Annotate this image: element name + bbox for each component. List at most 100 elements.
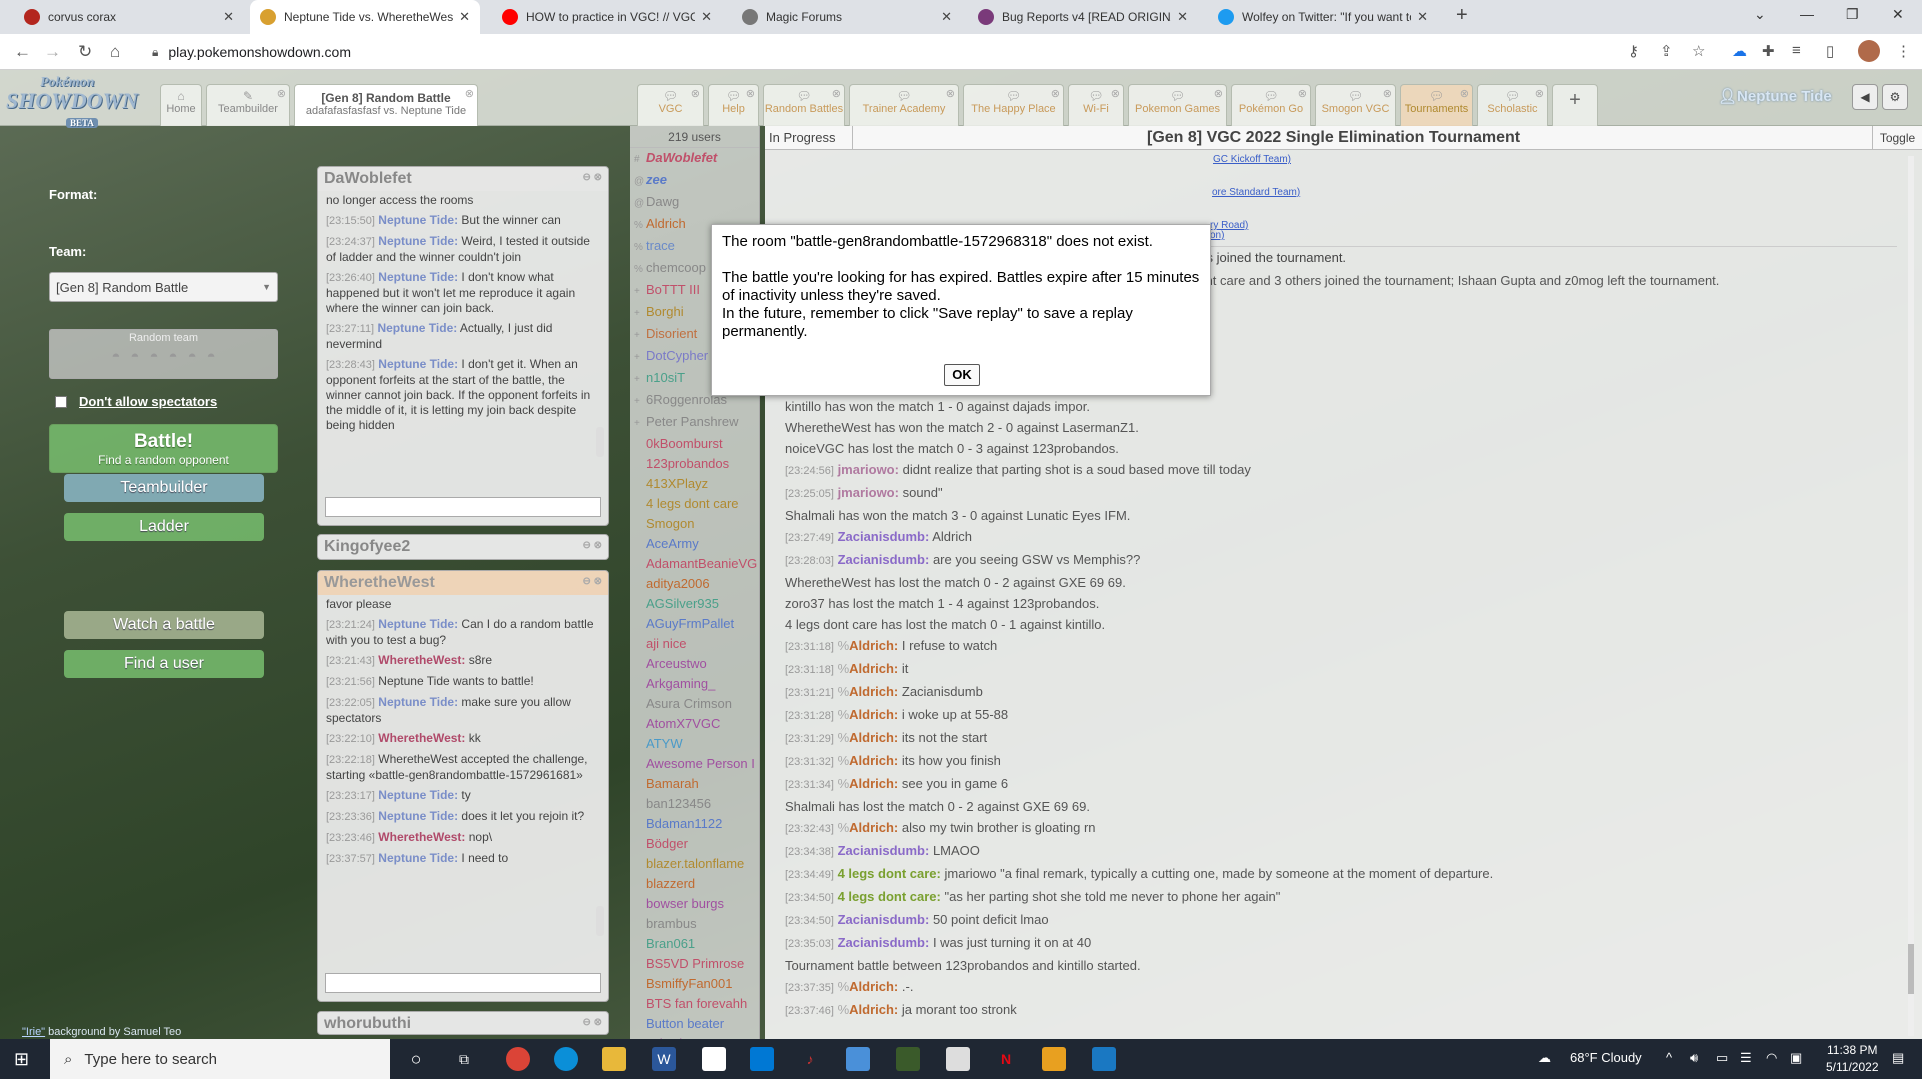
- pm-username[interactable]: Neptune Tide:: [378, 213, 458, 227]
- chat-username[interactable]: Zacianisdumb:: [838, 529, 930, 544]
- app-icon[interactable]: ♪: [798, 1047, 822, 1071]
- user-list-item[interactable]: BsmiffyFan001: [634, 974, 759, 994]
- user-list-item[interactable]: Arceustwo: [634, 654, 759, 674]
- room-tab[interactable]: 💬︎ Random Battles ⊗: [763, 84, 845, 126]
- ladder-button[interactable]: Ladder: [64, 513, 264, 541]
- chat-username[interactable]: Aldrich:: [849, 979, 898, 994]
- pm-title[interactable]: whorubuthi ⊖ ⊗: [318, 1012, 608, 1034]
- pm-username[interactable]: Neptune Tide:: [378, 695, 458, 709]
- teambuilder-button[interactable]: Teambuilder: [64, 474, 264, 502]
- chat-username[interactable]: Aldrich:: [849, 820, 898, 835]
- forward-arrow-icon[interactable]: →: [44, 42, 61, 62]
- volume-icon[interactable]: 🔊︎: [1690, 1050, 1698, 1066]
- browser-tab[interactable]: Neptune Tide vs. WheretheWest ✕: [250, 0, 480, 34]
- browser-tab[interactable]: corvus corax ✕: [14, 0, 244, 34]
- close-icon[interactable]: ⊗: [1051, 87, 1060, 100]
- wifi-icon[interactable]: ◠: [1766, 1050, 1777, 1066]
- user-list-item[interactable]: 123probandos: [634, 454, 759, 474]
- share-icon[interactable]: ⇪: [1660, 42, 1673, 60]
- user-list-item[interactable]: @ Dawg: [634, 192, 759, 214]
- browser-tab[interactable]: Wolfey on Twitter: "If you want to ✕: [1208, 0, 1438, 34]
- user-list-item[interactable]: 4 legs dont care: [634, 494, 759, 514]
- new-tab-button[interactable]: +: [1456, 4, 1468, 27]
- chat-username[interactable]: Aldrich:: [849, 730, 898, 745]
- pm-title[interactable]: WheretheWest ⊖ ⊗: [318, 571, 608, 595]
- scrollbar[interactable]: [596, 906, 604, 936]
- reload-icon[interactable]: ↻: [78, 42, 92, 62]
- user-list-item[interactable]: BS5VD Primrose: [634, 954, 759, 974]
- user-list-item[interactable]: ban123456: [634, 794, 759, 814]
- task-view-icon[interactable]: ⧉: [452, 1047, 476, 1071]
- chat-username[interactable]: Zacianisdumb:: [838, 843, 930, 858]
- windows-start-icon[interactable]: ⊞: [14, 1049, 29, 1070]
- browser-menu-icon[interactable]: ⋮: [1896, 42, 1911, 60]
- pm-username[interactable]: Neptune Tide:: [377, 321, 457, 335]
- netflix-icon[interactable]: N: [994, 1047, 1018, 1071]
- close-tab-icon[interactable]: ✕: [1177, 9, 1188, 25]
- chat-username[interactable]: jmariowo:: [838, 485, 899, 500]
- extensions-puzzle-icon[interactable]: ✚: [1762, 42, 1775, 60]
- chat-username[interactable]: Zacianisdumb:: [838, 912, 930, 927]
- pm-username[interactable]: Neptune Tide:: [378, 809, 458, 823]
- minimize-close-icons[interactable]: ⊖ ⊗: [582, 172, 602, 183]
- profile-avatar[interactable]: [1858, 40, 1880, 62]
- chat-username[interactable]: Aldrich:: [849, 684, 898, 699]
- find-user-button[interactable]: Find a user: [64, 650, 264, 678]
- close-icon[interactable]: ⊗: [691, 87, 700, 100]
- room-tab[interactable]: 💬︎ Trainer Academy ⊗: [849, 84, 959, 126]
- ok-button[interactable]: OK: [944, 364, 980, 386]
- chat-username[interactable]: Aldrich:: [849, 707, 898, 722]
- pm-username[interactable]: WheretheWest:: [378, 830, 465, 844]
- room-tab[interactable]: 💬︎ Wi-Fi ⊗: [1068, 84, 1124, 126]
- chat-username[interactable]: jmariowo:: [838, 462, 899, 477]
- display-icon[interactable]: ▣: [1790, 1050, 1802, 1066]
- close-icon[interactable]: ⊗: [1298, 87, 1307, 100]
- scrollbar[interactable]: [1906, 156, 1916, 1036]
- pm-username[interactable]: WheretheWest:: [378, 653, 465, 667]
- chat-username[interactable]: Zacianisdumb:: [838, 935, 930, 950]
- notepad-icon[interactable]: [702, 1047, 726, 1071]
- minimize-button[interactable]: —: [1800, 6, 1814, 22]
- username[interactable]: 👤︎Neptune Tide: [1718, 87, 1832, 105]
- file-explorer-icon[interactable]: [602, 1047, 626, 1071]
- user-list-item[interactable]: blazer.talonflame: [634, 854, 759, 874]
- user-list-item[interactable]: 413XPlayz: [634, 474, 759, 494]
- chevron-up-icon[interactable]: ^: [1666, 1050, 1672, 1065]
- close-icon[interactable]: ⊗: [1383, 87, 1392, 100]
- bracket-link[interactable]: ore Standard Team): [1212, 187, 1300, 198]
- close-icon[interactable]: ⊗: [1111, 87, 1120, 100]
- minecraft-icon[interactable]: [896, 1047, 920, 1071]
- room-tab[interactable]: 💬︎ Pokemon Games ⊗: [1128, 84, 1227, 126]
- tab-search-icon[interactable]: ⌄: [1754, 6, 1766, 23]
- chat-username[interactable]: Aldrich:: [849, 661, 898, 676]
- checkbox[interactable]: [55, 395, 67, 408]
- address-field[interactable]: 🔒︎ play.pokemonshowdown.com: [144, 38, 1634, 66]
- close-icon[interactable]: ⊗: [465, 87, 474, 100]
- back-arrow-icon[interactable]: ←: [14, 42, 31, 62]
- tab-home[interactable]: ⌂ Home: [160, 84, 202, 126]
- join-room-button[interactable]: +: [1552, 84, 1598, 126]
- app-icon[interactable]: [1042, 1047, 1066, 1071]
- user-list-item[interactable]: Bdaman1122: [634, 814, 759, 834]
- restore-button[interactable]: ❐: [1846, 6, 1859, 23]
- app-icon[interactable]: [846, 1047, 870, 1071]
- browser-tab[interactable]: Magic Forums ✕: [732, 0, 962, 34]
- chat-username[interactable]: Aldrich:: [849, 776, 898, 791]
- room-tab[interactable]: 💬︎ Pokémon Go ⊗: [1231, 84, 1311, 126]
- close-icon[interactable]: ⊗: [946, 87, 955, 100]
- user-list-item[interactable]: Awesome Person I: [634, 754, 759, 774]
- room-tab[interactable]: 💬︎ Help ⊗: [708, 84, 759, 126]
- chat-username[interactable]: Aldrich:: [849, 753, 898, 768]
- sound-icon[interactable]: ◀: [1852, 84, 1878, 110]
- pm-username[interactable]: WheretheWest:: [378, 731, 465, 745]
- chat-username[interactable]: Aldrich:: [849, 638, 898, 653]
- notification-icon[interactable]: ▤: [1892, 1050, 1904, 1066]
- close-tab-icon[interactable]: ✕: [223, 9, 234, 25]
- key-icon[interactable]: ⚷: [1628, 42, 1639, 60]
- browser-tab[interactable]: HOW to practice in VGC! // VGC ✕: [492, 0, 722, 34]
- close-icon[interactable]: ⊗: [832, 87, 841, 100]
- minimize-close-icons[interactable]: ⊖ ⊗: [582, 540, 602, 551]
- reading-list-icon[interactable]: ≡: [1792, 42, 1801, 59]
- user-list-item[interactable]: aditya2006: [634, 574, 759, 594]
- close-icon[interactable]: ⊗: [277, 87, 286, 100]
